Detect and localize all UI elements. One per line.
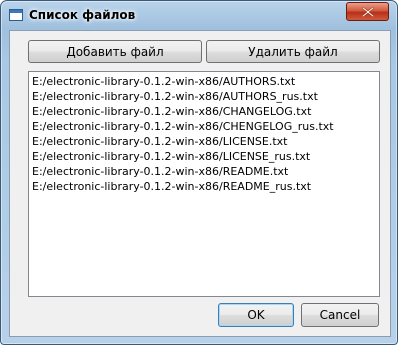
list-item[interactable]: E:/electronic-library-0.1.2-win-x86/AUTH… [29, 74, 379, 89]
close-icon [362, 7, 374, 17]
cancel-button[interactable]: Cancel [301, 303, 379, 327]
list-item[interactable]: E:/electronic-library-0.1.2-win-x86/AUTH… [29, 89, 379, 104]
add-file-button[interactable]: Добавить файл [28, 40, 202, 63]
list-item[interactable]: E:/electronic-library-0.1.2-win-x86/READ… [29, 179, 379, 194]
list-item[interactable]: E:/electronic-library-0.1.2-win-x86/CHEN… [29, 119, 379, 134]
list-item[interactable]: E:/electronic-library-0.1.2-win-x86/CHAN… [29, 104, 379, 119]
list-item[interactable]: E:/electronic-library-0.1.2-win-x86/LICE… [29, 134, 379, 149]
window-icon [9, 9, 23, 21]
dialog-body: Добавить файл Удалить файл E:/electronic… [9, 30, 391, 337]
remove-file-button[interactable]: Удалить файл [206, 40, 380, 63]
file-list[interactable]: E:/electronic-library-0.1.2-win-x86/AUTH… [28, 71, 380, 297]
list-item[interactable]: E:/electronic-library-0.1.2-win-x86/READ… [29, 164, 379, 179]
title-bar[interactable]: Список файлов [1, 1, 397, 29]
list-item[interactable]: E:/electronic-library-0.1.2-win-x86/LICE… [29, 149, 379, 164]
window-title: Список файлов [29, 8, 136, 22]
close-button[interactable] [346, 2, 389, 21]
dialog-window: Список файлов Добавить файл Удалить файл… [0, 0, 398, 345]
ok-button[interactable]: OK [218, 303, 294, 327]
